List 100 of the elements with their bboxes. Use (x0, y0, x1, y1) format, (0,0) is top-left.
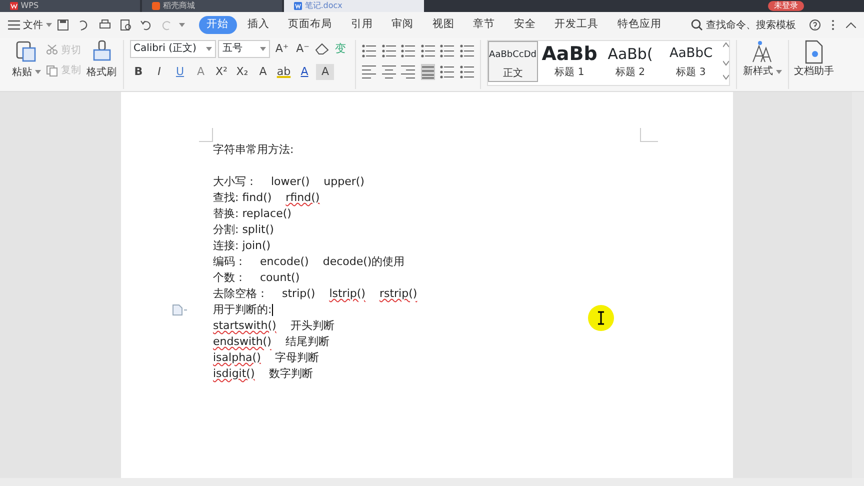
document-text: 去除空格： (213, 286, 268, 302)
caret-icon[interactable] (260, 47, 266, 51)
document-text: 开头判断 (290, 318, 334, 334)
scissors-icon[interactable] (46, 44, 58, 56)
help-icon[interactable] (808, 19, 820, 31)
document-text: startswith() (213, 318, 276, 334)
document-text: 分割: split() (213, 222, 274, 238)
preview-icon[interactable] (120, 19, 132, 31)
ribbon-tab[interactable]: 审阅 (384, 16, 422, 34)
new-style-icon[interactable] (751, 40, 774, 64)
caret-icon[interactable] (34, 70, 41, 74)
ribbon-tab[interactable]: 插入 (239, 16, 278, 34)
margin-mark (199, 128, 213, 142)
store-logo-icon (152, 2, 160, 10)
cursor-highlight-icon (587, 304, 615, 332)
document-text: 编码： (213, 254, 246, 270)
style-option[interactable]: AaBb 标题 1 (540, 41, 598, 80)
font-name-field[interactable]: Calibri (正文) (130, 40, 216, 58)
font-size-field[interactable]: 五号 (218, 40, 270, 58)
justify-icon[interactable] (420, 64, 435, 80)
caret-icon[interactable] (776, 70, 782, 74)
superscript-button[interactable]: X² (212, 64, 230, 80)
more-icon[interactable] (831, 19, 836, 31)
document-helper-icon[interactable] (804, 40, 824, 64)
caret-icon[interactable] (178, 23, 185, 27)
caret-icon[interactable] (206, 47, 212, 51)
search-icon[interactable] (691, 19, 703, 31)
search-command[interactable]: 查找命令、搜索模板 (706, 18, 796, 32)
document-text: isdigit() (213, 366, 255, 382)
document-text: 字符串常用方法: (213, 142, 294, 158)
font-size-value: 五号 (222, 42, 242, 56)
paste-icon[interactable] (16, 40, 36, 62)
bullet-list-icon[interactable] (362, 42, 376, 59)
document-text: lower() (271, 174, 310, 190)
shrink-button[interactable]: A⁻ (294, 40, 312, 58)
save-icon[interactable] (57, 19, 70, 31)
document-text: 连接: join() (213, 238, 271, 254)
ribbon-tab[interactable]: 开发工具 (546, 16, 606, 34)
document-assistant-button[interactable]: 文档助手 (794, 64, 834, 79)
scroll-arrows-icon[interactable] (722, 41, 729, 81)
underline-button[interactable]: U (171, 64, 189, 80)
paste-button[interactable]: 粘贴 (12, 64, 32, 80)
subscript-button[interactable]: X₂ (233, 64, 252, 80)
document-text: 用于判断的: (213, 302, 272, 318)
document-text: 替换: replace() (213, 206, 292, 222)
ribbon-tab[interactable]: 章节 (465, 16, 503, 34)
margin-mark (640, 128, 658, 142)
style-option[interactable]: AaBb( 标题 2 (601, 41, 660, 80)
align-center-icon[interactable] (382, 64, 396, 80)
document-text: count() (260, 270, 300, 286)
menu-icon[interactable] (8, 20, 20, 30)
scrollbar[interactable] (852, 92, 864, 478)
title-tab[interactable]: 稻壳商城 (142, 0, 282, 12)
collapse-icon[interactable] (846, 22, 856, 28)
style-option[interactable]: AaBbCcDd 正文 (488, 41, 538, 82)
document-text: endswith() (213, 334, 272, 350)
ribbon-tab[interactable]: 特色应用 (609, 16, 670, 34)
document-logo-icon (294, 2, 302, 10)
file-menu[interactable]: 文件 (22, 18, 43, 32)
shade-button[interactable]: A (316, 64, 334, 80)
document-text: rstrip() (379, 286, 418, 302)
highlight-button[interactable]: ab (274, 64, 293, 80)
outline-button[interactable]: A (254, 64, 272, 80)
ribbon-tab[interactable]: 安全 (506, 16, 544, 34)
style-preview: AaBb (540, 43, 598, 65)
eraser-icon[interactable] (314, 43, 328, 55)
document-text: decode()的使用 (322, 254, 405, 270)
style-option[interactable]: AaBbC 标题 3 (662, 41, 720, 80)
style-preview: AaBbCcDd (488, 49, 537, 62)
title-tab[interactable]: WPS (0, 0, 140, 12)
document-text: upper() (324, 174, 364, 190)
align-right-icon[interactable] (401, 64, 416, 80)
style-label: 标题 2 (614, 66, 646, 80)
style-label: 标题 3 (675, 66, 707, 80)
bold-button[interactable]: B (130, 64, 148, 80)
grow-button[interactable]: A⁺ (273, 40, 291, 58)
font-name-value: Calibri (正文) (134, 42, 196, 56)
login-button[interactable]: 未登录 (768, 1, 804, 11)
document-text: 查找: find() (213, 190, 272, 206)
document-text: 大小写： (213, 174, 257, 190)
ribbon-tab[interactable]: 页面布局 (280, 16, 340, 34)
ribbon-tab[interactable]: 视图 (424, 16, 462, 34)
italic-button[interactable]: I (150, 64, 168, 80)
style-preview: AaBb( (606, 44, 654, 65)
undo-icon[interactable] (140, 19, 152, 31)
paintbrush-icon[interactable] (92, 40, 112, 62)
document-text: strip() (282, 286, 316, 302)
align-left-icon[interactable] (362, 64, 376, 80)
new-style-button[interactable]: 新样式 (742, 64, 773, 79)
format-painter-button[interactable]: 格式刷 (86, 64, 116, 80)
app-logo-icon (10, 2, 18, 10)
print-icon[interactable] (98, 19, 111, 31)
document-text: rfind() (286, 190, 320, 206)
color-button[interactable]: A (296, 64, 314, 80)
style-label: 正文 (502, 66, 524, 81)
ribbon-tab[interactable]: 引用 (342, 16, 381, 34)
caret-icon[interactable] (46, 23, 52, 27)
copy-icon[interactable] (46, 64, 58, 77)
document-text: 数字判断 (268, 366, 313, 382)
document-text: encode() (260, 254, 309, 270)
